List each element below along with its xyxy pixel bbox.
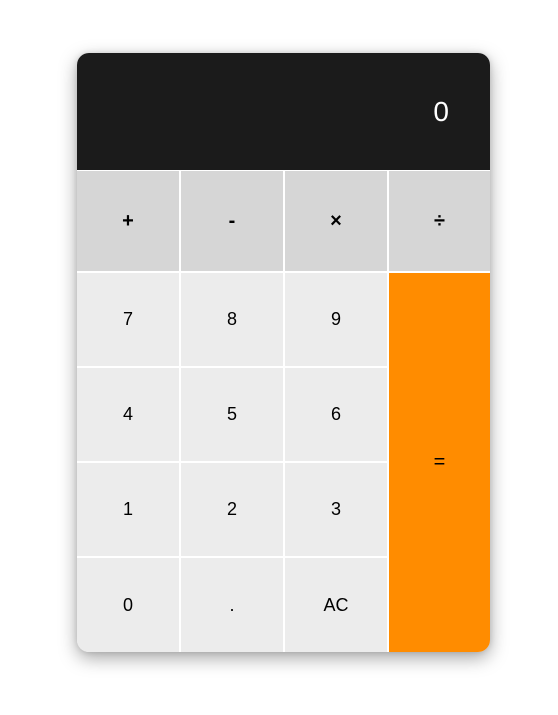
digit-9-button[interactable]: 9 bbox=[285, 273, 387, 366]
calculator: 0 + - × ÷ 7 8 9 4 5 6 1 2 3 0 . AC = bbox=[77, 53, 490, 652]
all-clear-button[interactable]: AC bbox=[285, 558, 387, 652]
calculator-display: 0 bbox=[77, 53, 490, 170]
digit-5-button[interactable]: 5 bbox=[181, 368, 283, 461]
add-button[interactable]: + bbox=[77, 171, 179, 271]
divide-button[interactable]: ÷ bbox=[389, 171, 490, 271]
digit-6-button[interactable]: 6 bbox=[285, 368, 387, 461]
digit-2-button[interactable]: 2 bbox=[181, 463, 283, 556]
subtract-button[interactable]: - bbox=[181, 171, 283, 271]
digit-0-button[interactable]: 0 bbox=[77, 558, 179, 652]
digit-7-button[interactable]: 7 bbox=[77, 273, 179, 366]
decimal-point-button[interactable]: . bbox=[181, 558, 283, 652]
digit-4-button[interactable]: 4 bbox=[77, 368, 179, 461]
digit-3-button[interactable]: 3 bbox=[285, 463, 387, 556]
display-value: 0 bbox=[433, 95, 449, 127]
digit-1-button[interactable]: 1 bbox=[77, 463, 179, 556]
digit-8-button[interactable]: 8 bbox=[181, 273, 283, 366]
multiply-button[interactable]: × bbox=[285, 171, 387, 271]
equals-button[interactable]: = bbox=[389, 273, 490, 652]
